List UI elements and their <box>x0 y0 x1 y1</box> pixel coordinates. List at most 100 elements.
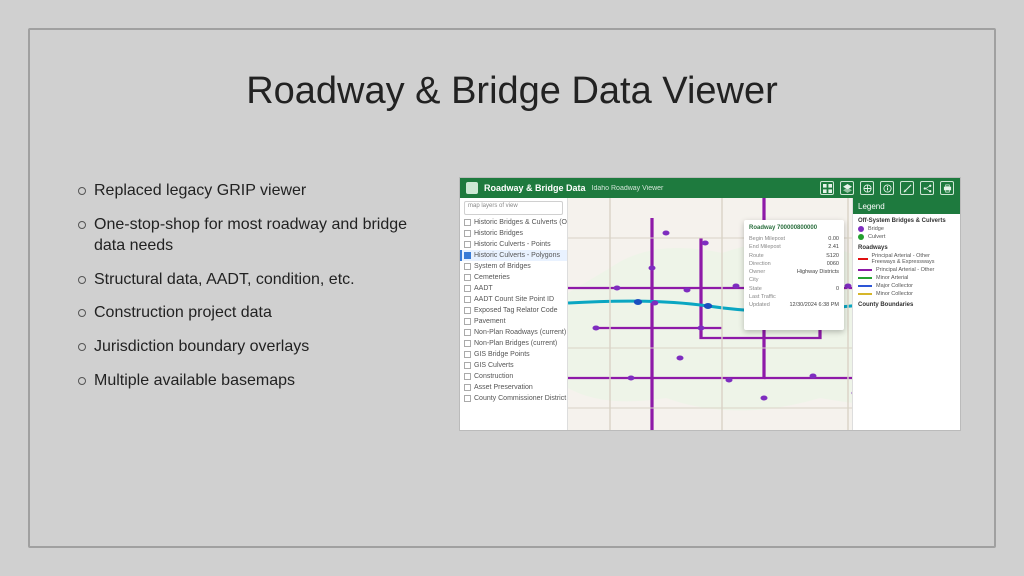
share-icon[interactable] <box>920 181 934 195</box>
layer-label: System of Bridges <box>474 263 531 270</box>
print-icon[interactable] <box>940 181 954 195</box>
checkbox-icon[interactable] <box>464 362 471 369</box>
layer-row[interactable]: County Commissioner District <box>460 393 567 404</box>
checkbox-icon[interactable] <box>464 252 471 259</box>
layer-row[interactable]: System of Bridges <box>460 261 567 272</box>
legend-label: Principal Arterial - Other <box>876 267 934 273</box>
grid-icon[interactable] <box>820 181 834 195</box>
legend-swatch-icon <box>858 269 872 271</box>
popup-value: S120 <box>826 252 839 260</box>
legend-item: Culvert <box>853 233 960 241</box>
layer-row[interactable]: Cemeteries <box>460 272 567 283</box>
layer-label: Non-Plan Roadways (current) <box>474 329 566 336</box>
popup-row: Updated 12/30/2024 6:38 PM <box>749 301 839 309</box>
checkbox-icon[interactable] <box>464 219 471 226</box>
checkbox-icon[interactable] <box>464 318 471 325</box>
layer-label: Construction <box>474 373 513 380</box>
layer-row[interactable]: Non-Plan Roadways (current) <box>460 327 567 338</box>
layer-row[interactable]: Historic Bridges <box>460 228 567 239</box>
basemap-icon[interactable] <box>860 181 874 195</box>
slide-frame: Roadway & Bridge Data Viewer Replaced le… <box>28 28 996 548</box>
legend-panel: Legend Off-System Bridges & Culverts Bri… <box>852 198 960 430</box>
layer-row[interactable]: Historic Bridges & Culverts (On-System) <box>460 217 567 228</box>
checkbox-icon[interactable] <box>464 285 471 292</box>
checkbox-icon[interactable] <box>464 307 471 314</box>
layer-row[interactable]: Pavement <box>460 316 567 327</box>
bullet-list: Replaced legacy GRIP viewerOne-stop-shop… <box>78 180 438 403</box>
layer-row[interactable]: Asset Preservation <box>460 382 567 393</box>
legend-section: Roadways <box>853 241 960 252</box>
legend-section: County Boundaries <box>853 298 960 309</box>
layer-label: County Commissioner District <box>474 395 566 402</box>
popup-value: 0.00 <box>828 235 839 243</box>
layer-label: AADT <box>474 285 493 292</box>
checkbox-icon[interactable] <box>464 373 471 380</box>
slide-title: Roadway & Bridge Data Viewer <box>30 70 994 113</box>
layer-label: Non-Plan Bridges (current) <box>474 340 557 347</box>
popup-value: 0060 <box>827 260 839 268</box>
legend-item: Minor Arterial <box>853 274 960 282</box>
measure-icon[interactable] <box>900 181 914 195</box>
legend-label: Bridge <box>868 226 884 232</box>
popup-key: Updated <box>749 301 770 309</box>
popup-row: End Milepost2.41 <box>749 243 839 251</box>
app-title: Roadway & Bridge Data <box>484 183 586 193</box>
layer-panel: map layers of view Historic Bridges & Cu… <box>460 198 568 430</box>
layer-row[interactable]: Exposed Tag Relator Code <box>460 305 567 316</box>
info-icon[interactable] <box>880 181 894 195</box>
checkbox-icon[interactable] <box>464 241 471 248</box>
popup-title: Roadway 700000800000 <box>749 224 839 233</box>
layer-label: Historic Bridges <box>474 230 523 237</box>
layer-label: Cemeteries <box>474 274 510 281</box>
layer-row[interactable]: Non-Plan Bridges (current) <box>460 338 567 349</box>
list-item: Multiple available basemaps <box>78 370 438 392</box>
popup-row: OwnerHighway Districts <box>749 268 839 276</box>
layer-row[interactable]: Historic Culverts - Polygons <box>460 250 567 261</box>
popup-key: Route <box>749 252 764 260</box>
checkbox-icon[interactable] <box>464 351 471 358</box>
layer-label: Historic Bridges & Culverts (On-System) <box>474 219 567 226</box>
app-header: Roadway & Bridge Data Idaho Roadway View… <box>460 178 960 198</box>
layer-search-input[interactable]: map layers of view <box>464 201 563 215</box>
layer-label: Historic Culverts - Polygons <box>474 252 560 259</box>
app-thumbnail: Roadway & Bridge Data Idaho Roadway View… <box>460 178 960 430</box>
layer-label: Pavement <box>474 318 506 325</box>
layer-row[interactable]: GIS Culverts <box>460 360 567 371</box>
popup-row: Begin Milepost 0.00 <box>749 235 839 243</box>
legend-label: Principal Arterial - Other Freeways & Ex… <box>872 253 955 265</box>
legend-item: Bridge <box>853 225 960 233</box>
layers-icon[interactable] <box>840 181 854 195</box>
layer-label: Asset Preservation <box>474 384 533 391</box>
layer-row[interactable]: AADT Count Site Point ID <box>460 294 567 305</box>
layer-label: GIS Culverts <box>474 362 514 369</box>
checkbox-icon[interactable] <box>464 274 471 281</box>
checkbox-icon[interactable] <box>464 329 471 336</box>
popup-key: Owner <box>749 268 765 276</box>
list-item: Construction project data <box>78 302 438 324</box>
popup-value: 0 <box>836 285 839 293</box>
feature-popup[interactable]: Roadway 700000800000 Begin Milepost0.00E… <box>744 220 844 330</box>
legend-label: Minor Arterial <box>876 275 908 281</box>
legend-label: Culvert <box>868 234 885 240</box>
app-subtitle: Idaho Roadway Viewer <box>592 185 664 192</box>
layer-row[interactable]: Construction <box>460 371 567 382</box>
layer-row[interactable]: GIS Bridge Points <box>460 349 567 360</box>
checkbox-icon[interactable] <box>464 296 471 303</box>
popup-row: Last Traffic <box>749 293 839 301</box>
checkbox-icon[interactable] <box>464 384 471 391</box>
popup-key: End Milepost <box>749 243 781 251</box>
layer-row[interactable]: AADT <box>460 283 567 294</box>
legend-swatch-icon <box>858 258 868 260</box>
layer-row[interactable]: Historic Culverts - Points <box>460 239 567 250</box>
legend-label: Minor Collector <box>876 291 913 297</box>
checkbox-icon[interactable] <box>464 395 471 402</box>
legend-item: Major Collector <box>853 282 960 290</box>
layer-label: AADT Count Site Point ID <box>474 296 554 303</box>
checkbox-icon[interactable] <box>464 340 471 347</box>
popup-key: Begin Milepost <box>749 235 785 243</box>
popup-value: 12/30/2024 6:38 PM <box>789 301 839 309</box>
popup-row: Route S120 <box>749 252 839 260</box>
checkbox-icon[interactable] <box>464 263 471 270</box>
list-item: Replaced legacy GRIP viewer <box>78 180 438 202</box>
checkbox-icon[interactable] <box>464 230 471 237</box>
